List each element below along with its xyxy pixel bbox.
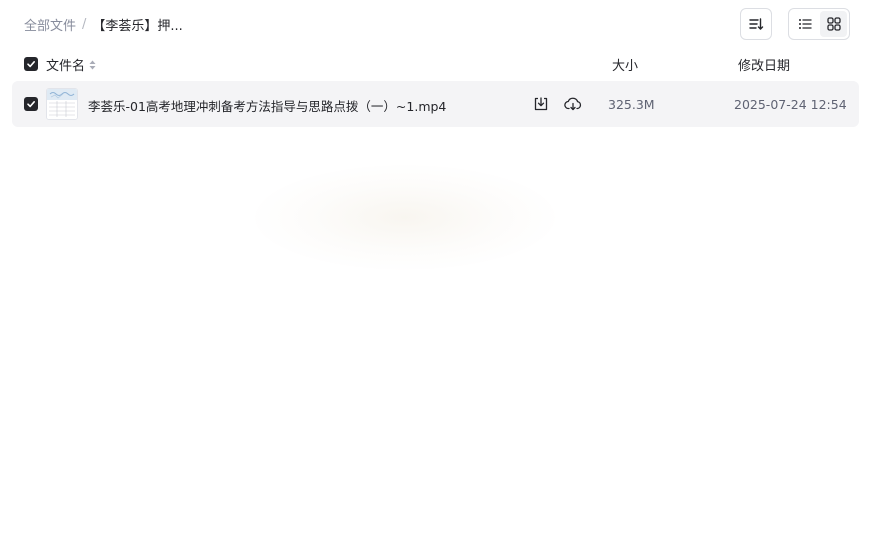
download-button[interactable] bbox=[531, 94, 551, 114]
file-row[interactable]: 李荟乐-01高考地理冲刺备考方法指导与思路点拨（一）~1.mp4 325.3M … bbox=[12, 81, 859, 127]
file-size: 325.3M bbox=[608, 97, 655, 112]
breadcrumb-root-link[interactable]: 全部文件 bbox=[24, 15, 76, 34]
sort-list-icon bbox=[749, 18, 764, 30]
column-header-date[interactable]: 修改日期 bbox=[738, 55, 790, 74]
column-header-size[interactable]: 大小 bbox=[612, 55, 638, 74]
file-row-checkbox[interactable] bbox=[24, 97, 38, 111]
breadcrumb: 全部文件 / 【李荟乐】押... bbox=[24, 14, 183, 34]
file-modified-date: 2025-07-24 12:54 bbox=[734, 97, 847, 112]
list-header: 文件名 大小 修改日期 bbox=[12, 52, 859, 76]
column-header-name[interactable]: 文件名 bbox=[46, 55, 96, 74]
empty-area-glow bbox=[255, 165, 555, 270]
download-icon bbox=[534, 97, 548, 111]
grid-view-icon bbox=[826, 17, 841, 31]
check-icon bbox=[27, 60, 35, 68]
breadcrumb-current-folder: 【李荟乐】押... bbox=[92, 18, 183, 34]
list-view-button[interactable] bbox=[791, 11, 818, 37]
view-mode-switch bbox=[788, 8, 850, 40]
column-header-name-label: 文件名 bbox=[46, 59, 86, 74]
list-view-icon bbox=[798, 19, 812, 29]
file-browser: 全部文件 / 【李荟乐】押... 文件名 大小 修改日期 李荟乐-01高考地理冲… bbox=[0, 0, 874, 538]
sort-button[interactable] bbox=[740, 8, 772, 40]
cloud-save-icon bbox=[564, 97, 582, 111]
breadcrumb-separator: / bbox=[82, 16, 87, 32]
grid-view-button[interactable] bbox=[820, 11, 847, 37]
file-name[interactable]: 李荟乐-01高考地理冲刺备考方法指导与思路点拨（一）~1.mp4 bbox=[88, 96, 518, 115]
video-thumbnail[interactable] bbox=[46, 88, 78, 120]
check-icon bbox=[27, 100, 35, 108]
sort-arrows-icon bbox=[89, 60, 96, 70]
select-all-checkbox[interactable] bbox=[24, 57, 38, 71]
save-to-cloud-button[interactable] bbox=[563, 94, 583, 114]
